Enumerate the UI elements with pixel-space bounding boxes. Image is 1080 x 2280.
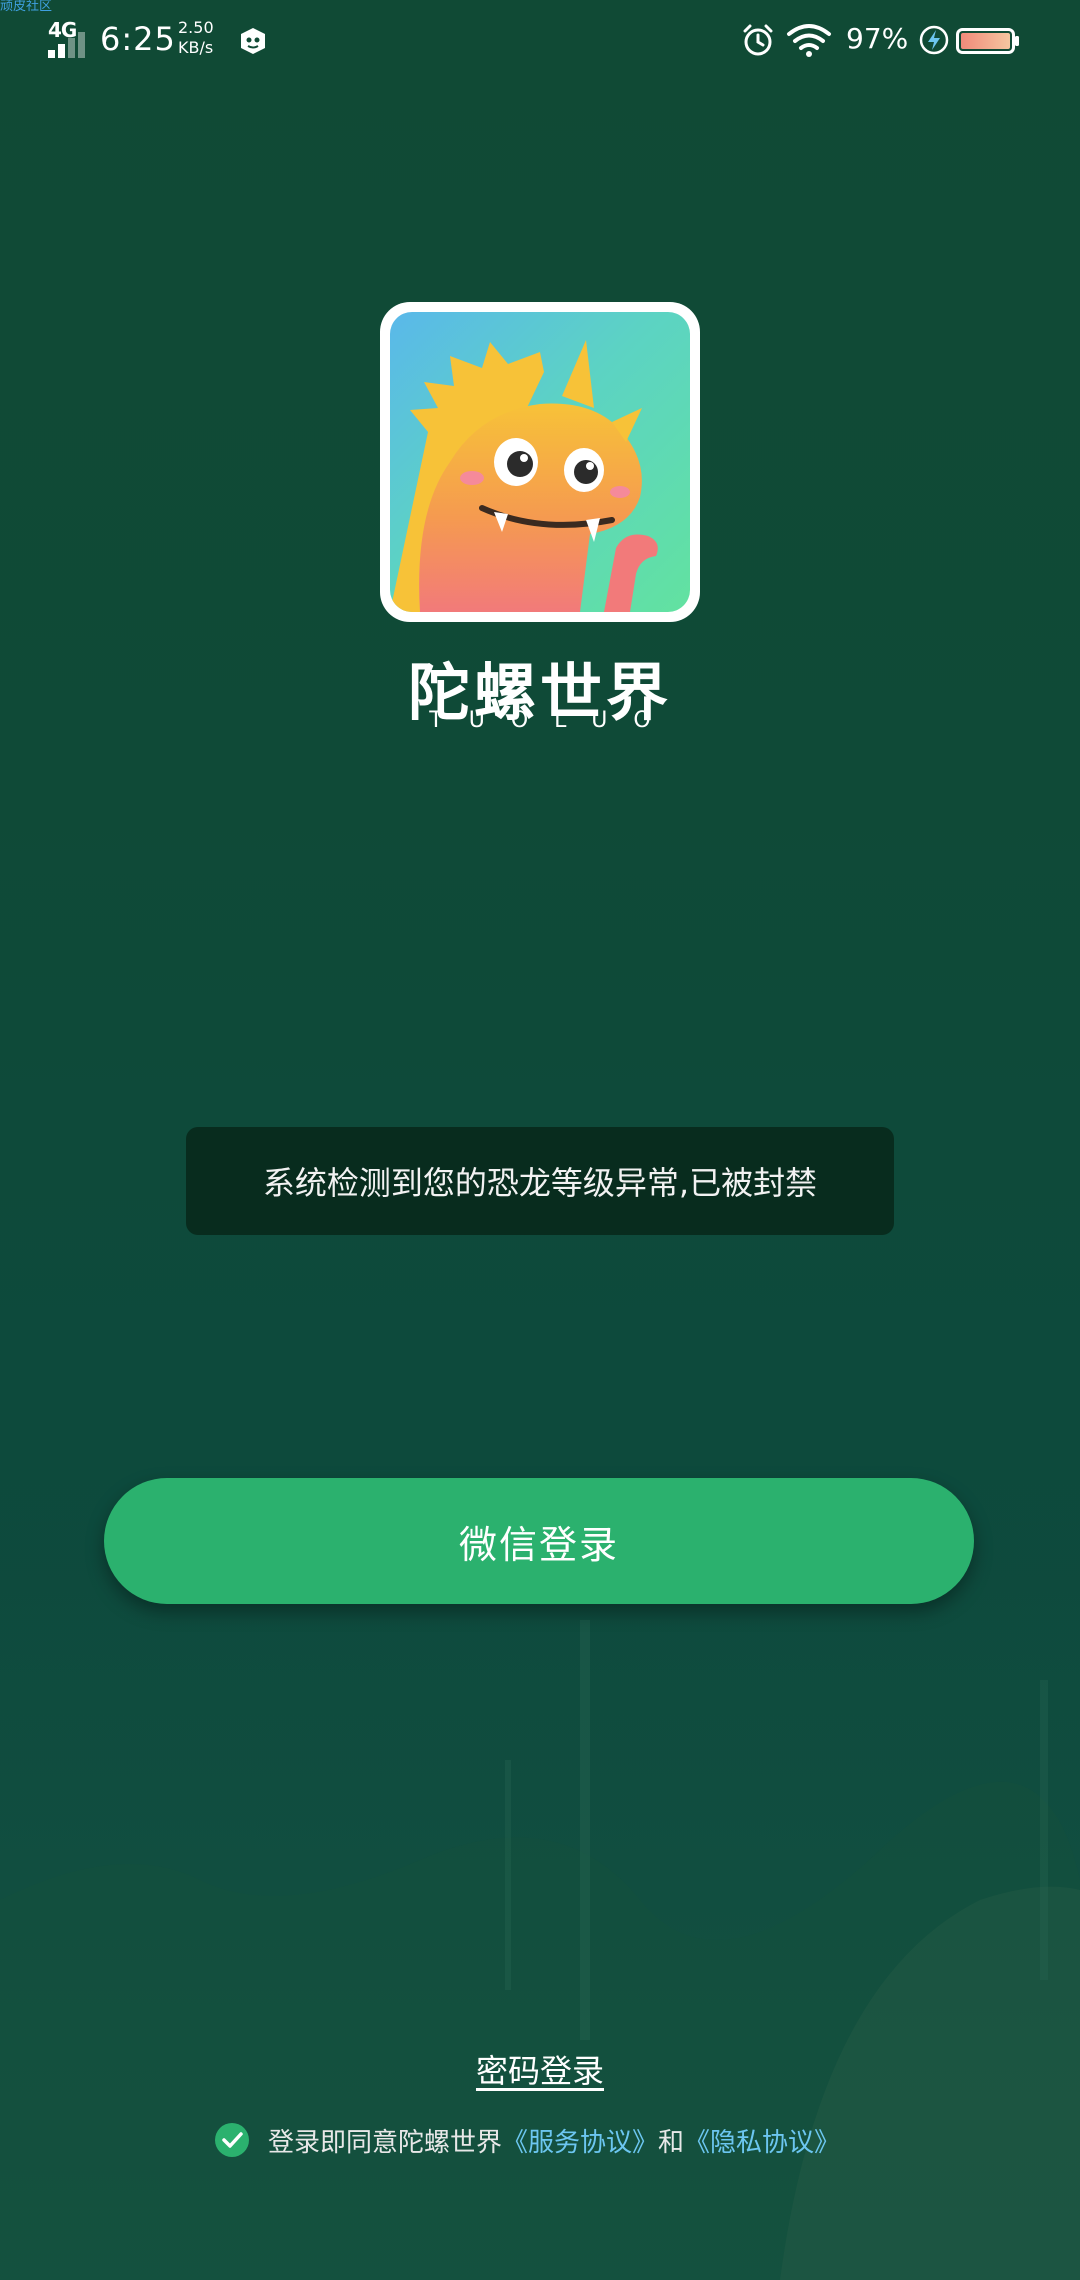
agreement-row: 登录即同意陀螺世界 《服务协议》 和 《隐私协议》 <box>214 2120 840 2160</box>
wifi-icon <box>787 24 831 57</box>
toast-message: 系统检测到您的恐龙等级异常,已被封禁 <box>262 1164 818 1202</box>
battery-icon <box>956 28 1019 54</box>
service-agreement-link[interactable]: 《服务协议》 <box>502 2122 658 2159</box>
agreement-prefix: 登录即同意陀螺世界 <box>268 2127 503 2158</box>
privacy-agreement-link[interactable]: 《隐私协议》 <box>684 2122 840 2159</box>
dinosaur-mascot-icon <box>390 340 658 612</box>
charging-bolt-icon <box>919 25 949 55</box>
clock: 6:25 <box>100 20 176 58</box>
network-speed: 2.50 KB/s <box>178 18 214 58</box>
brand-subtitle: TUOLUO <box>429 708 677 733</box>
signal-indicator: 4G <box>48 18 92 58</box>
agreement-conjunction: 和 <box>658 2127 685 2158</box>
speed-value: 2.50 <box>178 18 214 37</box>
speed-unit: KB/s <box>178 38 214 57</box>
battery-percent: 97% <box>846 22 909 55</box>
alarm-icon <box>743 24 773 56</box>
signal-bar <box>48 50 55 58</box>
logo-artwork <box>390 312 690 612</box>
signal-bar <box>68 38 75 58</box>
signal-bar <box>58 44 65 58</box>
app-notification-icon <box>241 28 265 54</box>
ban-toast: 系统检测到您的恐龙等级异常,已被封禁 <box>186 1127 894 1235</box>
signal-bar <box>78 32 85 58</box>
app-logo <box>380 302 700 622</box>
agreement-checkbox-checked-icon[interactable] <box>214 2122 250 2158</box>
password-login-link[interactable]: 密码登录 <box>440 2046 640 2092</box>
status-bar: 4G 6:25 2.50 KB/s 97% <box>0 0 1080 80</box>
wechat-login-button[interactable]: 微信登录 <box>104 1478 974 1604</box>
